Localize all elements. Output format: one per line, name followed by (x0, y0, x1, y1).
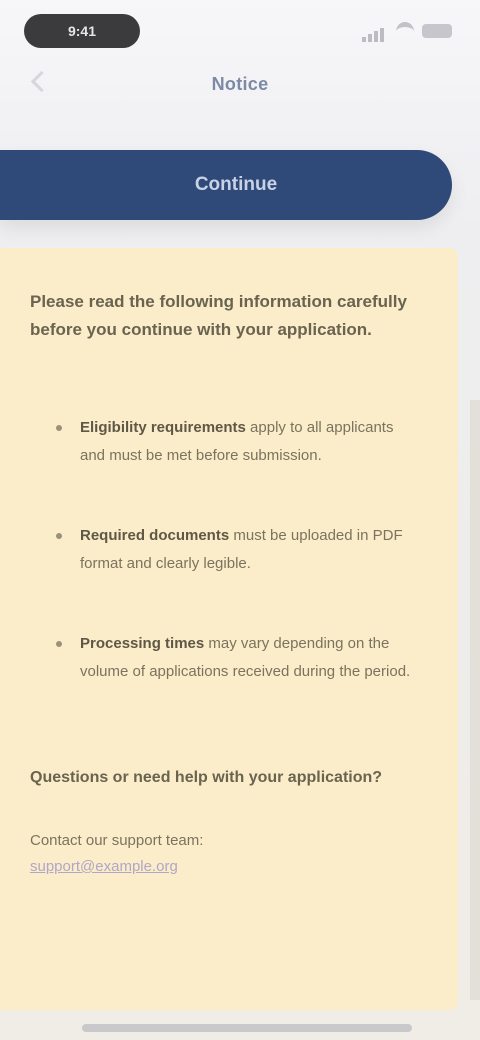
item-lead: Eligibility requirements (80, 419, 246, 436)
notice-question: Questions or need help with your applica… (30, 769, 383, 786)
list-item: Eligibility requirements apply to all ap… (30, 414, 414, 470)
home-indicator[interactable] (82, 1024, 412, 1032)
notice-intro: Please read the following information ca… (30, 292, 407, 339)
notice-card: Please read the following information ca… (0, 248, 458, 1010)
bullet-icon (56, 641, 62, 647)
notice-contact: Contact our support team: support@exampl… (30, 828, 414, 880)
item-lead: Processing times (80, 635, 205, 652)
contact-text: Contact our support team: (30, 832, 204, 849)
status-icons (362, 18, 452, 44)
status-bar: 9:41 (0, 0, 480, 64)
bullet-icon (56, 425, 62, 431)
bullet-icon (56, 533, 62, 539)
notice-list: Eligibility requirements apply to all ap… (30, 414, 414, 686)
status-time: 9:41 (24, 14, 140, 48)
scrollbar[interactable] (470, 400, 480, 1000)
page-title: Notice (211, 74, 269, 94)
item-lead: Required documents (80, 527, 230, 544)
contact-link[interactable]: support@example.org (30, 854, 414, 880)
list-item: Processing times may vary depending on t… (30, 630, 414, 686)
continue-button[interactable]: Continue (0, 150, 452, 220)
wifi-icon (396, 21, 414, 41)
signal-icon (362, 24, 388, 42)
battery-icon (422, 24, 452, 38)
app-header: Notice (0, 64, 480, 134)
list-item: Required documents must be uploaded in P… (30, 522, 414, 578)
app-screen: 9:41 Notice Continue Please read the fol… (0, 0, 480, 1040)
